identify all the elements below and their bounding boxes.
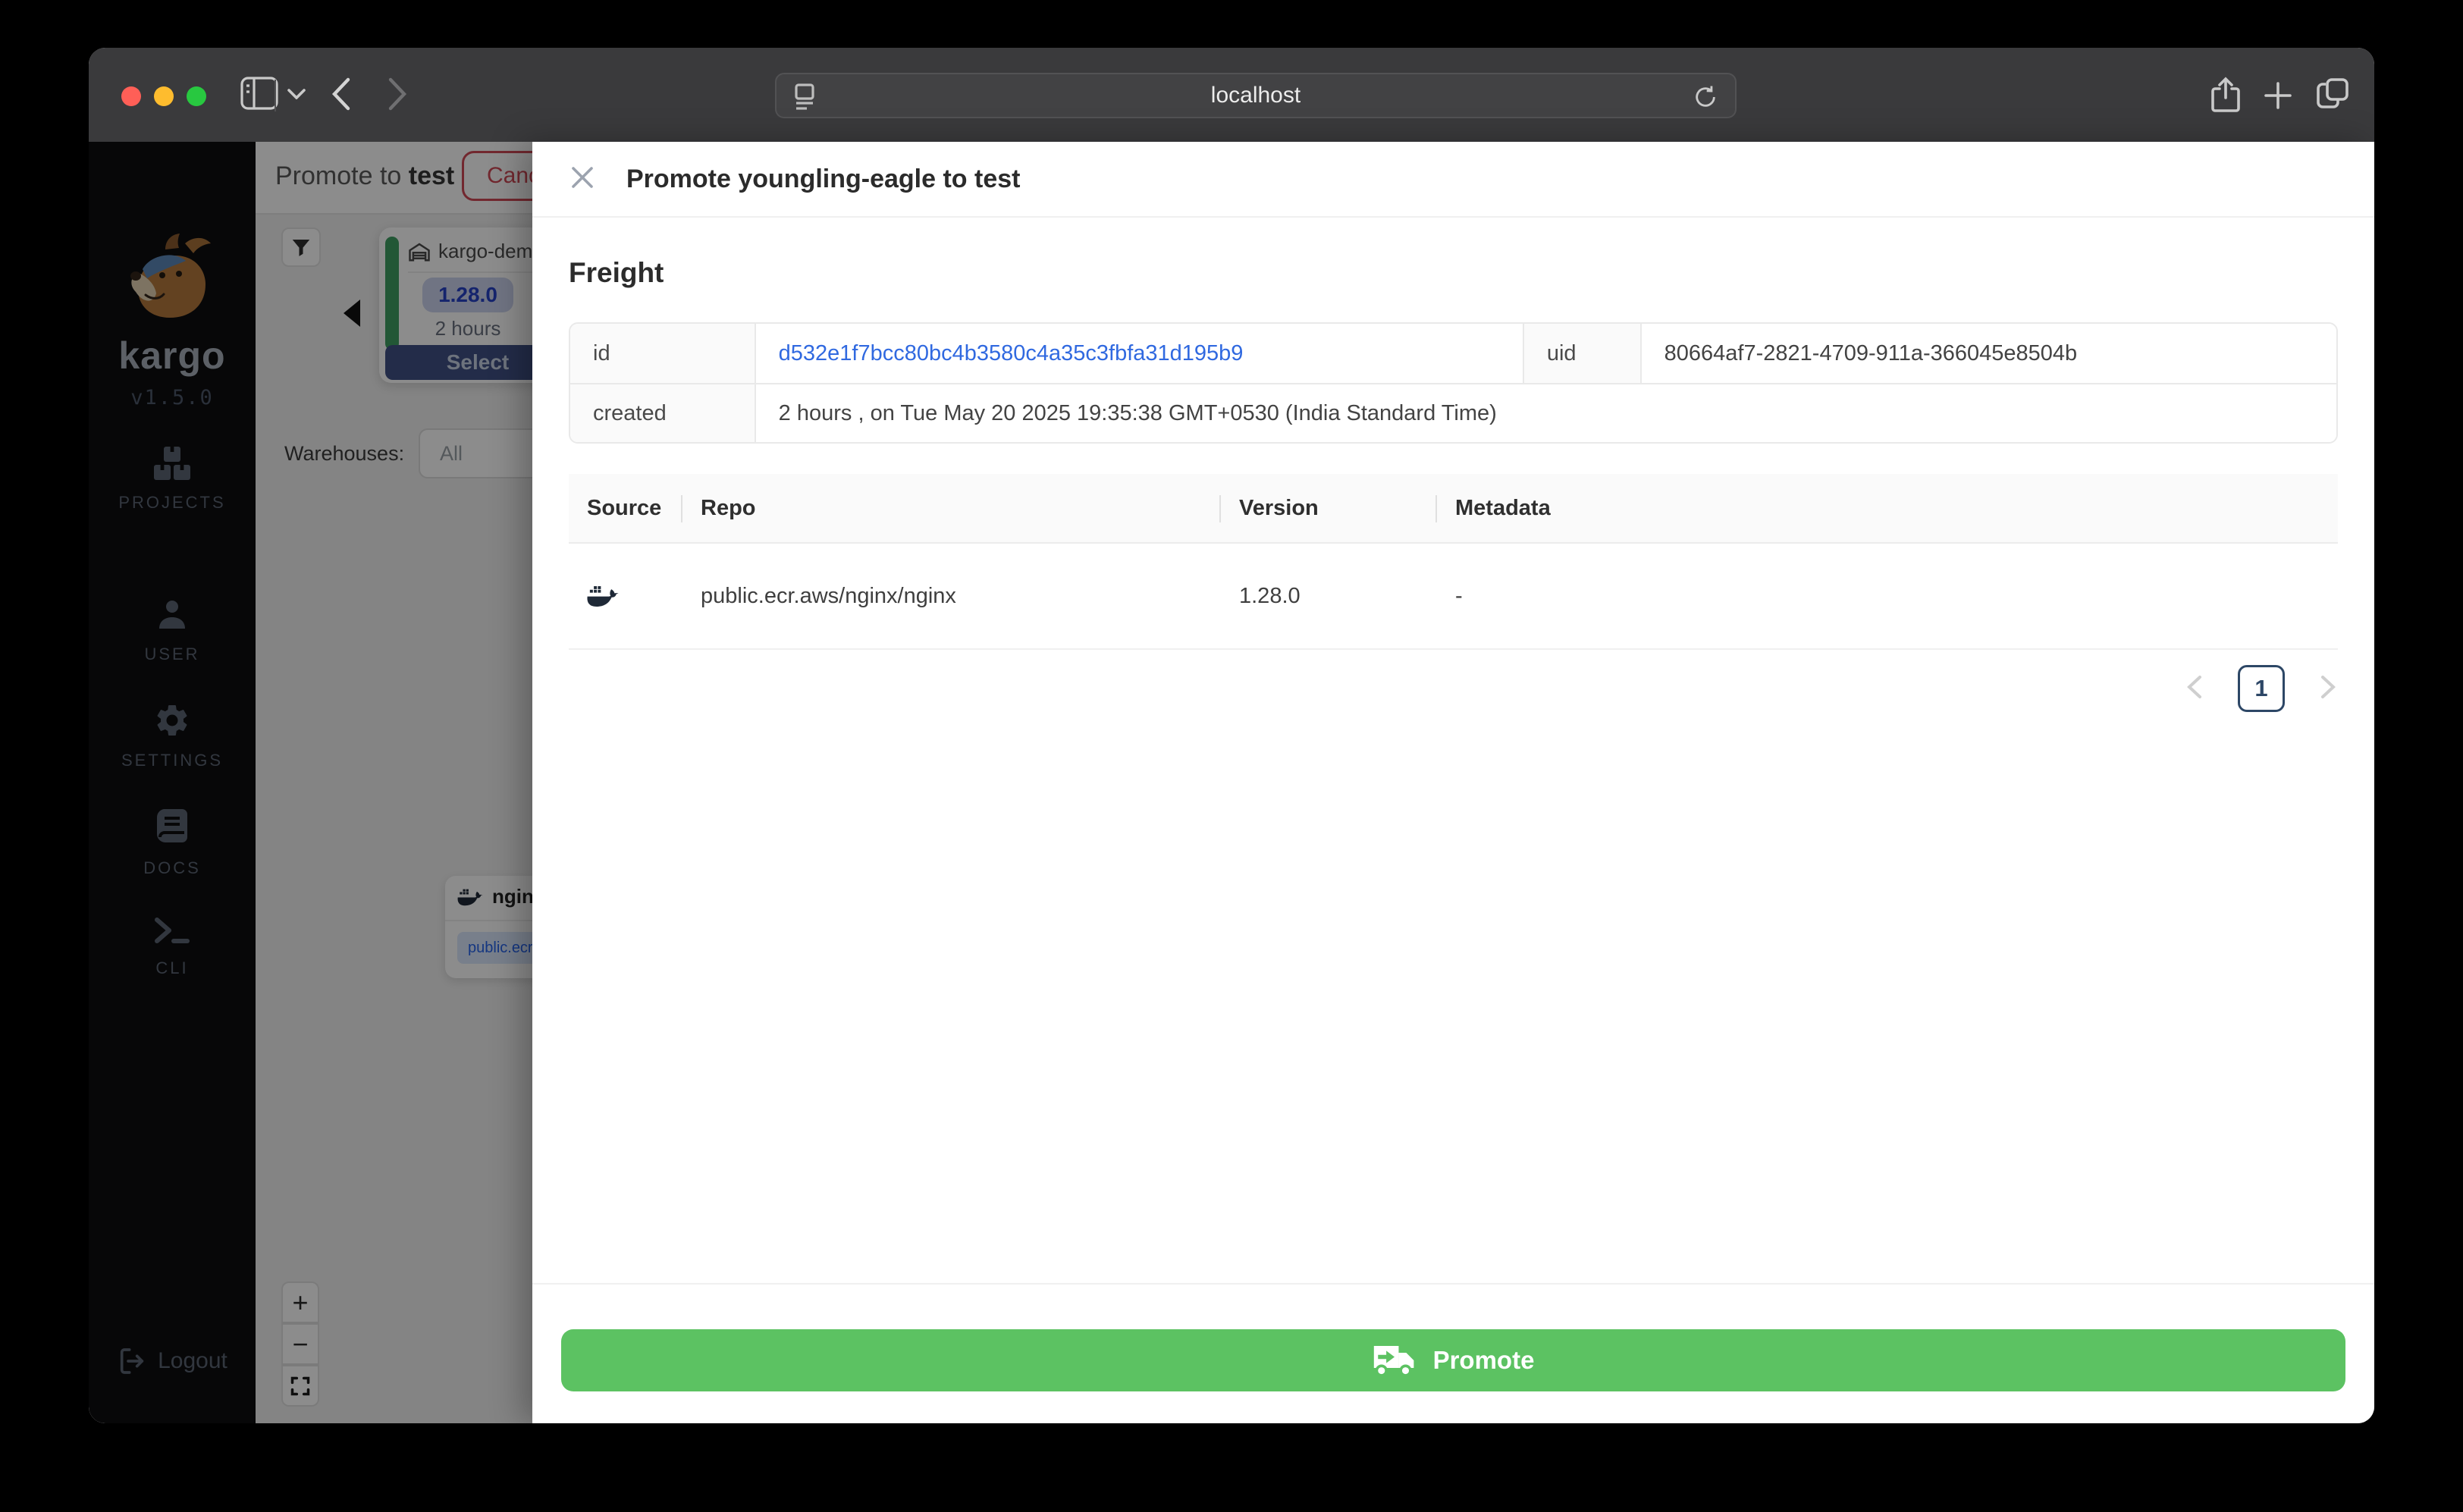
browser-window: localhost kargo v1.5.0 PROJECTS USER SET… (89, 48, 2374, 1423)
browser-toolbar: localhost (89, 48, 2374, 142)
column-header-metadata: Metadata (1455, 495, 1551, 520)
column-header-source: Source (569, 474, 682, 542)
table-row: public.ecr.aws/nginx/nginx 1.28.0 - (569, 544, 2338, 650)
traffic-zoom-button[interactable] (187, 86, 206, 106)
promote-button-label: Promote (1432, 1346, 1535, 1374)
screen: localhost kargo v1.5.0 PROJECTS USER SET… (0, 0, 2463, 1512)
page-number[interactable]: 1 (2238, 665, 2285, 712)
sidebar-toggle-icon[interactable] (240, 77, 278, 110)
pagination: 1 (569, 665, 2338, 712)
url-text: localhost (1210, 83, 1301, 108)
table-row: created 2 hours , on Tue May 20 2025 19:… (570, 383, 2336, 442)
back-button-icon[interactable] (330, 77, 353, 111)
next-page-icon[interactable] (2318, 674, 2338, 704)
promote-drawer: Promote youngling-eagle to test Freight … (532, 142, 2374, 1423)
column-header-repo: Repo (682, 474, 1221, 542)
chevron-down-icon[interactable] (287, 87, 306, 99)
new-tab-icon[interactable] (2264, 81, 2292, 110)
docker-icon (587, 586, 619, 607)
freight-heading: Freight (569, 257, 664, 288)
repo-cell: public.ecr.aws/nginx/nginx (701, 583, 956, 608)
sources-table-header: Source Repo Version Metadata (569, 474, 2338, 544)
column-header-version: Version (1221, 474, 1437, 542)
drawer-footer-divider (532, 1283, 2374, 1285)
version-cell: 1.28.0 (1239, 583, 1301, 608)
share-icon[interactable] (2209, 77, 2242, 114)
toolbar-separator (275, 80, 276, 111)
address-bar[interactable]: localhost (775, 73, 1737, 118)
page-icon (792, 83, 817, 114)
traffic-close-button[interactable] (121, 86, 141, 106)
forward-button-icon[interactable] (386, 77, 409, 111)
created-label: created (570, 384, 756, 442)
truck-arrow-icon (1373, 1345, 1413, 1376)
drawer-title: Promote youngling-eagle to test (626, 164, 1021, 193)
freight-info-table: id d532e1f7bcc80bc4b3580c4a35c3fbfa31d19… (569, 322, 2338, 444)
reload-icon[interactable] (1693, 83, 1718, 114)
table-row: id d532e1f7bcc80bc4b3580c4a35c3fbfa31d19… (570, 324, 2336, 383)
uid-label: uid (1523, 324, 1642, 383)
drawer-header: Promote youngling-eagle to test (532, 142, 2374, 218)
metadata-cell: - (1455, 583, 1463, 608)
sources-table: Source Repo Version Metadata public.ecr.… (569, 474, 2338, 650)
freight-uid-value: 80664af7-2821-4709-911a-366045e8504b (1641, 324, 2336, 383)
traffic-minimize-button[interactable] (154, 86, 174, 106)
prev-page-icon[interactable] (2185, 674, 2204, 704)
tab-overview-icon[interactable] (2315, 77, 2350, 111)
freight-id-link[interactable]: d532e1f7bcc80bc4b3580c4a35c3fbfa31d195b9 (755, 324, 1524, 383)
id-label: id (570, 324, 756, 383)
created-value: 2 hours , on Tue May 20 2025 19:35:38 GM… (755, 384, 2336, 442)
close-icon[interactable] (569, 164, 596, 195)
promote-button[interactable]: Promote (561, 1329, 2345, 1391)
